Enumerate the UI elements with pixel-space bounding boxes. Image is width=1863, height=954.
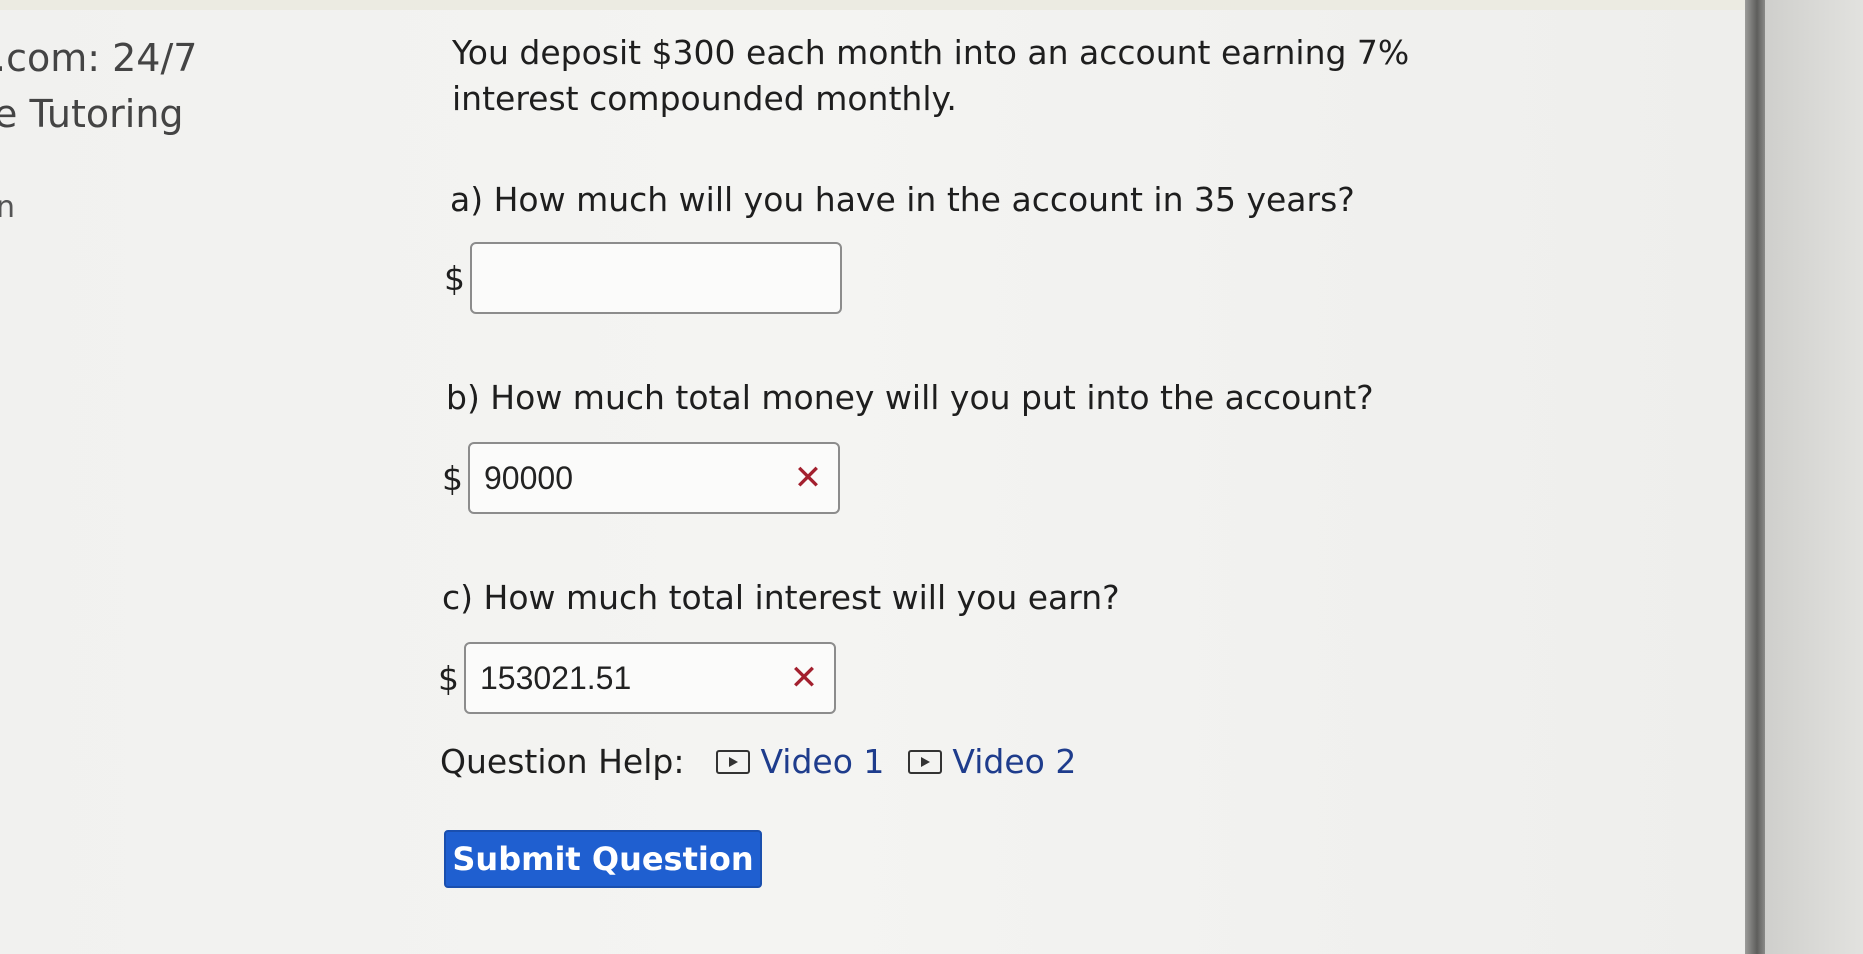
question-help-label: Question Help:	[440, 742, 685, 781]
part-b-answer-row: $ 90000 ✕	[442, 442, 840, 514]
part-c-answer-input[interactable]: 153021.51 ✕	[464, 642, 836, 714]
video-2-label: Video 2	[952, 742, 1077, 781]
part-b-answer-input[interactable]: 90000 ✕	[468, 442, 840, 514]
question-help: Question Help: Video 1 Video 2	[440, 742, 1100, 781]
part-c-answer-row: $ 153021.51 ✕	[438, 642, 836, 714]
part-a-label: a) How much will you have in the account…	[450, 180, 1355, 219]
submit-question-button[interactable]: Submit Question	[444, 830, 762, 888]
background-wall	[1765, 0, 1863, 954]
x-mark-icon: ✕	[793, 458, 823, 498]
answer-value: 90000	[484, 459, 573, 496]
play-icon	[716, 749, 751, 774]
answer-value: 153021.51	[480, 659, 632, 696]
video-1-link[interactable]: Video 1	[716, 742, 884, 781]
x-mark-icon: ✕	[789, 658, 819, 698]
part-a-answer-row: $	[444, 242, 842, 314]
part-a-answer-input[interactable]	[470, 242, 842, 314]
currency-symbol: $	[438, 658, 459, 698]
currency-symbol: $	[444, 258, 465, 298]
sidebar-promo-line-2[interactable]: e Tutoring	[0, 92, 184, 136]
part-b-label: b) How much total money will you put int…	[446, 378, 1374, 417]
sidebar-promo-line-1[interactable]: .com: 24/7	[0, 36, 197, 80]
sidebar-promo-line-3: n	[0, 190, 16, 225]
question-prompt: You deposit $300 each month into an acco…	[452, 33, 1410, 118]
video-2-link[interactable]: Video 2	[908, 742, 1076, 781]
browser-viewport: .com: 24/7 e Tutoring n You deposit $300…	[0, 0, 1760, 954]
play-icon	[908, 749, 943, 774]
top-strip	[0, 0, 1760, 10]
part-c-label: c) How much total interest will you earn…	[442, 578, 1120, 617]
currency-symbol: $	[442, 458, 463, 498]
video-1-label: Video 1	[760, 742, 885, 781]
monitor-bezel	[1745, 0, 1765, 954]
